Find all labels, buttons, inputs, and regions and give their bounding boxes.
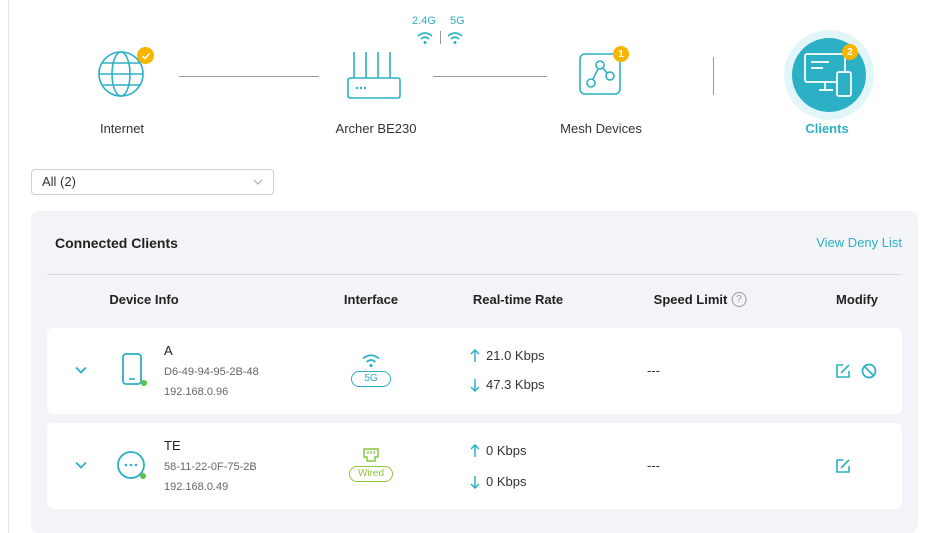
connected-clients-panel: Connected Clients View Deny List Device … <box>31 211 918 533</box>
internet-ok-badge <box>137 47 154 64</box>
clients-count-badge: 2 <box>842 44 858 60</box>
filter-value: All (2) <box>42 174 76 189</box>
download-rate-value: 0 Kbps <box>486 474 527 489</box>
download-rate: 47.3 Kbps <box>470 377 545 392</box>
client-name: A <box>164 343 173 358</box>
link-internet-router <box>179 76 319 77</box>
online-indicator <box>140 473 146 479</box>
wifi-5-icon <box>447 32 463 44</box>
panel-divider <box>47 274 902 275</box>
online-indicator <box>141 380 147 386</box>
interface-badge: 5G <box>351 371 391 387</box>
mesh-count-badge: 1 <box>613 46 629 62</box>
header-rate: Real-time Rate <box>473 292 563 307</box>
arrow-up-icon <box>470 348 480 362</box>
upload-rate: 0 Kbps <box>470 443 526 458</box>
interface-cell: Wired <box>347 448 395 482</box>
interface-badge: Wired <box>348 466 394 482</box>
arrow-down-icon <box>470 475 480 489</box>
edit-icon[interactable] <box>835 458 851 474</box>
chevron-down-icon <box>253 179 263 185</box>
client-mac: 58-11-22-0F-75-2B <box>164 461 257 473</box>
header-modify-label: Modify <box>836 292 878 307</box>
speed-limit-value: --- <box>647 458 660 473</box>
download-rate: 0 Kbps <box>470 474 526 489</box>
wifi-24-icon <box>417 32 433 44</box>
header-modify: Modify <box>836 292 878 307</box>
header-interface: Interface <box>344 292 398 307</box>
client-filter-select[interactable]: All (2) <box>31 169 274 195</box>
router-node[interactable] <box>344 48 404 104</box>
phone-icon <box>122 353 142 385</box>
help-icon[interactable]: ? <box>731 292 747 307</box>
upload-rate-value: 0 Kbps <box>486 443 527 458</box>
client-mac: D6-49-94-95-2B-48 <box>164 366 259 378</box>
header-speed-limit: Speed Limit ? <box>654 292 747 307</box>
clients-label: Clients <box>805 121 849 136</box>
internet-label: Internet <box>99 121 145 136</box>
interface-cell: 5G <box>347 353 395 387</box>
chevron-down-icon[interactable] <box>75 461 87 469</box>
header-interface-label: Interface <box>343 292 399 307</box>
mesh-label: Mesh Devices <box>560 121 642 136</box>
client-name: TE <box>164 438 181 453</box>
header-device-info: Device Info <box>109 292 178 307</box>
speed-limit-value: --- <box>647 363 660 378</box>
client-ip: 192.168.0.96 <box>164 386 229 398</box>
chevron-down-icon[interactable] <box>75 366 87 374</box>
band-5-label: 5G <box>450 15 465 27</box>
client-row: TE 58-11-22-0F-75-2B 192.168.0.49 Wired … <box>47 423 902 509</box>
band-separator <box>440 31 441 44</box>
client-row: A D6-49-94-95-2B-48 192.168.0.96 5G 21.0… <box>47 328 902 414</box>
link-router-mesh <box>433 76 547 77</box>
header-speed-limit-label: Speed Limit <box>653 292 728 307</box>
edit-icon[interactable] <box>835 363 851 379</box>
arrow-down-icon <box>470 378 480 392</box>
client-ip: 192.168.0.49 <box>164 481 229 493</box>
band-24-label: 2.4G <box>412 15 436 27</box>
frame-border <box>8 0 9 533</box>
mesh-client-separator <box>713 57 714 95</box>
header-rate-label: Real-time Rate <box>472 292 564 307</box>
panel-title: Connected Clients <box>55 235 178 251</box>
arrow-up-icon <box>470 443 480 457</box>
upload-rate: 21.0 Kbps <box>470 348 545 363</box>
ethernet-icon <box>363 448 379 462</box>
block-icon[interactable] <box>861 363 877 379</box>
wifi-icon <box>362 354 380 368</box>
router-icon <box>347 52 401 99</box>
header-device-info-label: Device Info <box>109 292 179 307</box>
internet-node[interactable] <box>93 44 154 104</box>
upload-rate-value: 21.0 Kbps <box>486 348 545 363</box>
mesh-node[interactable]: 1 <box>578 46 629 100</box>
clients-node[interactable]: 2 <box>784 30 874 120</box>
router-label: Archer BE230 <box>335 121 417 136</box>
check-icon <box>141 52 150 60</box>
view-deny-list-link[interactable]: View Deny List <box>816 235 902 250</box>
download-rate-value: 47.3 Kbps <box>486 377 545 392</box>
